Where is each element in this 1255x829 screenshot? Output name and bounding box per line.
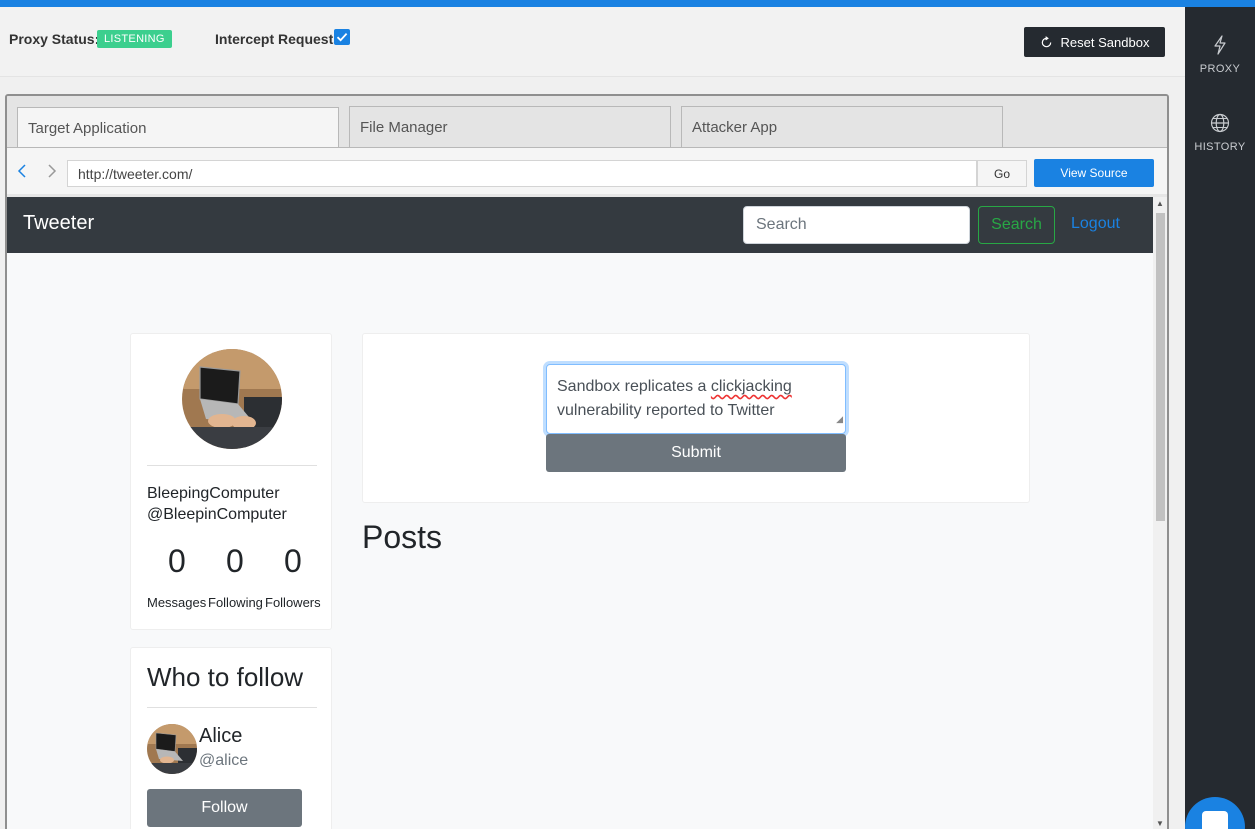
sidebar-item-label: HISTORY: [1194, 141, 1246, 153]
logout-link[interactable]: Logout: [1071, 215, 1120, 233]
follow-button[interactable]: Follow: [147, 789, 302, 827]
checkmark-icon: [336, 32, 348, 42]
tab-file-manager[interactable]: File Manager: [349, 106, 671, 147]
url-input[interactable]: [67, 160, 977, 187]
avatar: [182, 349, 282, 449]
avatar: [147, 724, 197, 774]
tweet-text-end: vulnerability reported to Twitter: [557, 402, 775, 419]
tweet-textarea[interactable]: Sandbox replicates a clickjacking vulner…: [546, 364, 846, 434]
who-to-follow-title: Who to follow: [147, 662, 304, 692]
forward-arrow-icon[interactable]: [47, 164, 57, 178]
scroll-thumb[interactable]: [1156, 213, 1165, 521]
who-to-follow-card: Who to follow Alice @alice Follow: [130, 647, 332, 829]
profile-handle: @BleepinComputer: [147, 506, 287, 523]
globe-icon: [1210, 113, 1230, 133]
lightning-icon: [1214, 35, 1226, 55]
chat-icon: [1202, 811, 1228, 829]
search-input[interactable]: [743, 206, 970, 244]
following-label: Following: [208, 595, 263, 610]
tab-attacker-app[interactable]: Attacker App: [681, 106, 1003, 147]
proxy-status-badge: LISTENING: [97, 30, 172, 48]
reset-sandbox-label: Reset Sandbox: [1060, 34, 1150, 50]
refresh-icon: [1041, 35, 1051, 47]
top-accent-bar: [0, 0, 1255, 7]
divider: [147, 707, 317, 708]
laptop-photo-icon: [182, 349, 282, 449]
proxy-header: Proxy Status: LISTENING Intercept Reques…: [0, 7, 1185, 77]
sidebar-item-history[interactable]: HISTORY: [1185, 113, 1255, 153]
intercept-requests-label: Intercept Requests: [215, 31, 342, 47]
tweet-text-start: Sandbox replicates a: [557, 378, 711, 395]
compose-card: Sandbox replicates a clickjacking vulner…: [362, 333, 1030, 503]
followers-label: Followers: [265, 595, 321, 610]
browser-tabbar: Target Application File Manager Attacker…: [7, 96, 1167, 149]
following-count: 0: [226, 543, 244, 579]
right-sidebar: PROXY HISTORY: [1185, 7, 1255, 829]
view-source-button[interactable]: View Source: [1034, 159, 1154, 187]
divider: [147, 465, 317, 466]
viewport-scrollbar[interactable]: ▲ ▼: [1153, 197, 1167, 829]
follow-user-handle: @alice: [199, 752, 249, 769]
sidebar-item-proxy[interactable]: PROXY: [1185, 35, 1255, 75]
scroll-down-icon[interactable]: ▼: [1156, 819, 1164, 828]
messages-label: Messages: [147, 595, 207, 610]
address-bar: Go View Source: [7, 147, 1167, 194]
reset-sandbox-button[interactable]: Reset Sandbox: [1024, 27, 1165, 57]
followers-count: 0: [284, 543, 302, 579]
laptop-photo-icon: [147, 724, 197, 774]
scroll-up-icon[interactable]: ▲: [1156, 199, 1164, 208]
go-button[interactable]: Go: [977, 160, 1027, 187]
app-brand[interactable]: Tweeter: [23, 212, 94, 235]
profile-card: BleepingComputer @BleepinComputer 0 0 0 …: [130, 333, 332, 630]
search-button[interactable]: Search: [978, 206, 1055, 244]
web-viewport: Tweeter Search Logout BleepingCo: [7, 197, 1153, 829]
profile-name: BleepingComputer: [147, 485, 280, 502]
messages-count: 0: [168, 543, 186, 579]
sandbox-browser: Target Application File Manager Attacker…: [5, 94, 1169, 829]
follow-user-name: Alice: [199, 725, 243, 747]
resize-handle-icon[interactable]: ◢: [836, 407, 843, 431]
sidebar-item-label: PROXY: [1199, 63, 1241, 75]
app-navbar: Tweeter Search Logout: [7, 197, 1153, 253]
posts-heading: Posts: [362, 519, 443, 555]
tweet-text-misspelled: clickjacking: [710, 378, 792, 395]
submit-button[interactable]: Submit: [546, 434, 846, 472]
proxy-status-label: Proxy Status:: [9, 31, 100, 47]
tab-target-application[interactable]: Target Application: [17, 107, 339, 149]
back-arrow-icon[interactable]: [17, 164, 27, 178]
intercept-requests-checkbox[interactable]: [334, 29, 350, 45]
